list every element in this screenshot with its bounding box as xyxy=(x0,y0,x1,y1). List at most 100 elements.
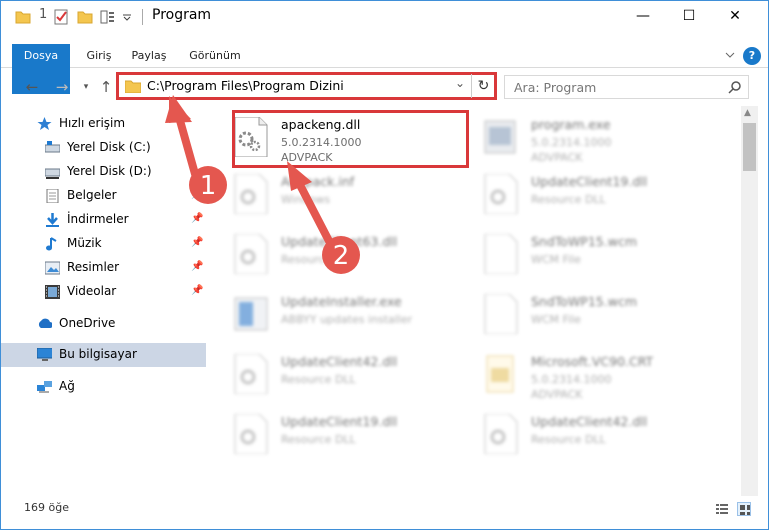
recent-locations-icon[interactable]: ▾ xyxy=(75,76,97,98)
search-icon[interactable] xyxy=(728,80,742,94)
star-icon xyxy=(37,117,52,130)
file-type: WCM File xyxy=(531,313,581,326)
address-path[interactable]: C:\Program Files\Program Dizini xyxy=(147,78,344,93)
sidebar-item-music[interactable]: Müzik 📌 xyxy=(1,232,206,256)
file-name: UpdateClient19.dll xyxy=(281,414,398,429)
sidebar-item-drive-d[interactable]: Yerel Disk (D:) xyxy=(1,160,206,184)
file-type: Resource DLL xyxy=(281,433,356,446)
drive-icon xyxy=(45,141,60,153)
file-type: ABBYY updates installer xyxy=(281,313,413,326)
large-icons-view-icon[interactable] xyxy=(737,502,751,516)
close-button[interactable]: ✕ xyxy=(712,1,758,31)
file-item[interactable]: Advpack.inf Windows xyxy=(209,168,459,218)
address-bar[interactable]: C:\Program Files\Program Dizini ⌄ ↻ xyxy=(116,72,497,100)
search-box[interactable]: Ara: Program xyxy=(504,75,749,99)
chevron-down-icon[interactable] xyxy=(725,51,735,59)
file-type: Resource DLL xyxy=(531,433,606,446)
sidebar-item-label: Hızlı erişim xyxy=(59,116,126,130)
minimize-button[interactable]: — xyxy=(620,1,666,31)
dll-icon xyxy=(234,354,268,394)
navigation-bar: ← → ▾ ↑ C:\Program Files\Program Dizini … xyxy=(1,72,768,102)
forward-arrow-icon[interactable]: → xyxy=(51,76,73,98)
sidebar-item-pictures[interactable]: Resimler 📌 xyxy=(1,256,206,280)
sidebar-item-documents[interactable]: Belgeler 📌 xyxy=(1,184,206,208)
file-item[interactable]: UpdateClient63.dll Resource DLL xyxy=(209,228,459,278)
pin-icon[interactable]: 📌 xyxy=(191,261,203,272)
file-item[interactable]: UpdateClient42.dll Resource DLL xyxy=(459,408,709,458)
sidebar-item-label: İndirmeler xyxy=(67,212,129,226)
item-count: 169 öğe xyxy=(24,501,69,514)
exe-icon xyxy=(234,297,268,331)
file-type: Resource DLL xyxy=(531,193,606,206)
customize-toolbar-icon[interactable] xyxy=(100,9,116,25)
file-type: WCM File xyxy=(531,253,581,266)
dll-icon xyxy=(234,414,268,454)
address-dropdown-icon[interactable]: ⌄ xyxy=(455,76,465,90)
file-name: program.exe xyxy=(531,117,611,132)
file-name: UpdateClient63.dll xyxy=(281,234,398,249)
help-icon[interactable]: ? xyxy=(743,47,761,65)
folder-icon xyxy=(125,80,141,93)
file-name: UpdateInstaller.exe xyxy=(281,294,402,309)
sidebar-item-quick-access[interactable]: Hızlı erişim xyxy=(1,112,206,136)
sidebar-item-drive-c[interactable]: Yerel Disk (C:) xyxy=(1,136,206,160)
new-folder-icon[interactable] xyxy=(77,9,93,25)
file-icon xyxy=(484,234,518,274)
tab-home[interactable]: Giriş xyxy=(77,44,121,68)
file-name: Advpack.inf xyxy=(281,174,355,189)
scrollbar-thumb[interactable] xyxy=(743,123,756,171)
properties-icon[interactable] xyxy=(53,9,69,25)
up-arrow-icon[interactable]: ↑ xyxy=(95,76,117,98)
file-item[interactable]: SndToWP15.wcm WCM File xyxy=(459,288,709,338)
file-type: Windows xyxy=(281,193,331,206)
sidebar-item-label: Müzik xyxy=(67,236,102,250)
sidebar-item-label: Yerel Disk (C:) xyxy=(67,140,151,154)
pin-icon[interactable]: 📌 xyxy=(191,285,203,296)
pin-icon[interactable]: 📌 xyxy=(191,213,203,224)
folder-icon[interactable] xyxy=(15,9,31,25)
sidebar-item-label: Bu bilgisayar xyxy=(59,347,137,361)
tab-share[interactable]: Paylaş xyxy=(125,44,173,68)
back-arrow-icon[interactable]: ← xyxy=(21,76,43,98)
file-icon xyxy=(484,294,518,334)
selection-highlight-box xyxy=(232,110,469,168)
search-placeholder[interactable]: Ara: Program xyxy=(514,80,596,95)
explorer-window: 1 Program — ☐ ✕ Dosya Giriş Paylaş Görün… xyxy=(0,0,769,530)
file-item[interactable]: UpdateInstaller.exe ABBYY updates instal… xyxy=(209,288,459,338)
pin-icon[interactable]: 📌 xyxy=(191,237,203,248)
status-bar: 169 öğe xyxy=(1,498,768,520)
file-name: UpdateClient42.dll xyxy=(531,414,648,429)
drive-icon xyxy=(45,168,60,179)
maximize-button[interactable]: ☐ xyxy=(666,1,712,31)
sidebar-item-videos[interactable]: Videolar 📌 xyxy=(1,280,206,304)
tab-view[interactable]: Görünüm xyxy=(183,44,247,68)
file-item[interactable]: Microsoft.VC90.CRT 5.0.2314.1000 ADVPACK xyxy=(459,348,709,401)
dll-icon xyxy=(234,174,268,214)
file-item[interactable]: UpdateClient42.dll Resource DLL xyxy=(209,348,459,398)
file-item[interactable]: UpdateClient19.dll Resource DLL xyxy=(459,168,709,218)
sidebar-item-downloads[interactable]: İndirmeler 📌 xyxy=(1,208,206,232)
sidebar-item-label: Videolar xyxy=(67,284,117,298)
file-item[interactable]: program.exe 5.0.2314.1000 ADVPACK xyxy=(459,111,709,164)
pin-icon[interactable]: 📌 xyxy=(191,189,203,200)
navigation-pane: Hızlı erişim Yerel Disk (C:) Yerel Disk … xyxy=(1,106,209,496)
file-name: UpdateClient42.dll xyxy=(281,354,398,369)
sidebar-item-label: Ağ xyxy=(59,379,75,393)
chevron-down-icon[interactable] xyxy=(122,13,132,29)
title-separator xyxy=(142,9,143,25)
details-view-icon[interactable] xyxy=(715,502,729,516)
dll-icon xyxy=(484,414,518,454)
file-item[interactable]: UpdateClient19.dll Resource DLL xyxy=(209,408,459,458)
file-item[interactable]: SndToWP15.wcm WCM File xyxy=(459,228,709,278)
file-version: 5.0.2314.1000 xyxy=(531,136,612,149)
refresh-icon[interactable]: ↻ xyxy=(471,74,495,98)
exe-icon xyxy=(484,120,516,154)
sidebar-item-onedrive[interactable]: OneDrive xyxy=(1,312,206,336)
file-name: SndToWP15.wcm xyxy=(531,294,637,309)
vertical-scrollbar[interactable]: ▲ xyxy=(741,106,758,496)
file-list: apackeng.dll 5.0.2314.1000 ADVPACK progr… xyxy=(209,106,741,496)
scroll-up-icon[interactable]: ▲ xyxy=(744,108,751,118)
sidebar-item-network[interactable]: Ağ xyxy=(1,375,206,399)
sidebar-item-this-pc[interactable]: Bu bilgisayar xyxy=(1,343,206,367)
sidebar-item-label: Resimler xyxy=(67,260,120,274)
